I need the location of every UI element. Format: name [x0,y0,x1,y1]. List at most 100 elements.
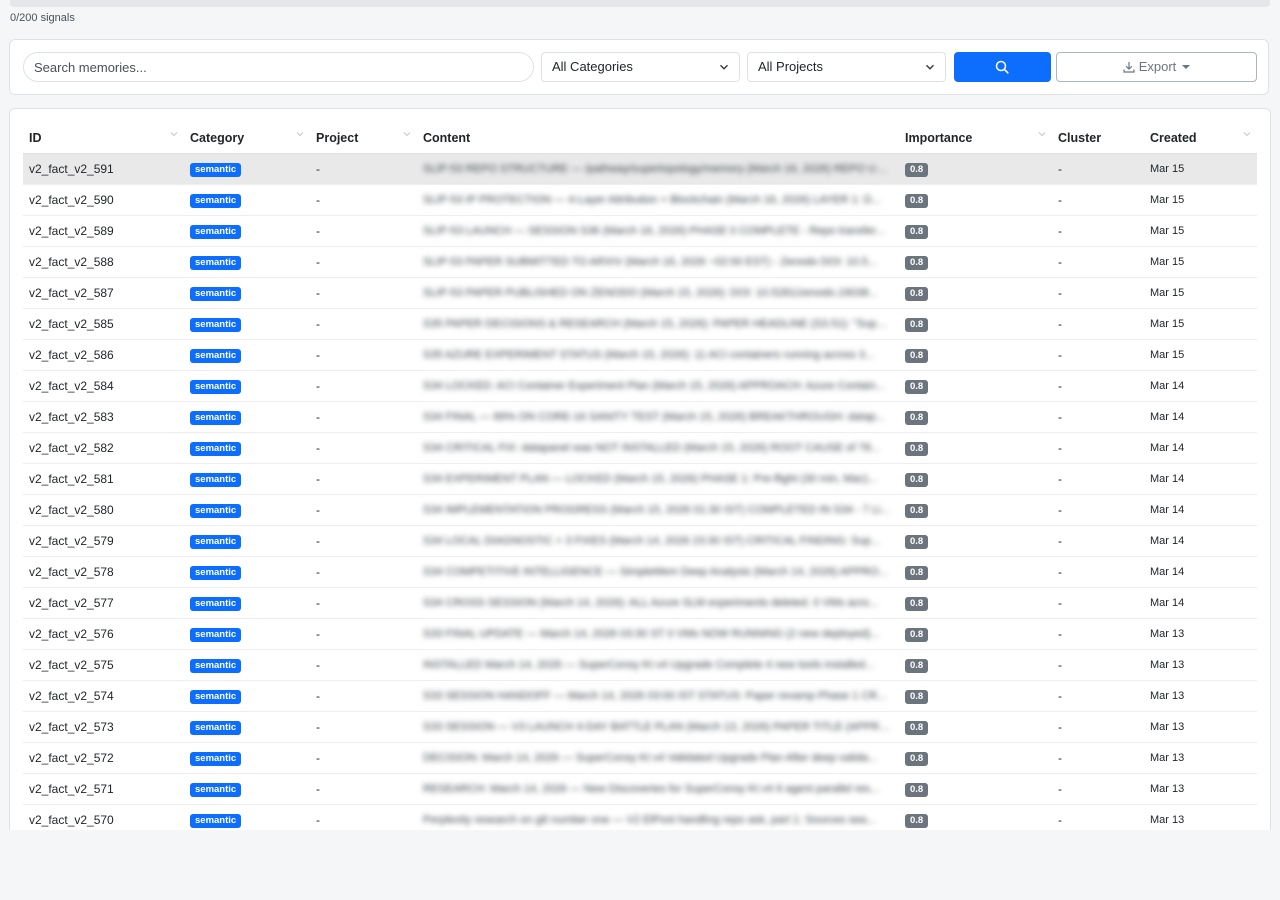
row-project-cell: - [310,401,417,433]
table-row[interactable]: v2_fact_v2_573 semantic - S33 SESSION — V3 … [23,711,1257,743]
importance-badge: 0.8 [905,411,929,425]
column-header-label: Project [316,131,359,145]
importance-badge: 0.8 [905,349,929,363]
category-badge: semantic [190,380,242,394]
table-row[interactable]: v2_fact_v2_578 semantic - S34 COMPETITIVE I… [23,556,1257,588]
row-importance-cell: 0.8 [899,463,1052,495]
sort-chevron-icon [403,132,411,137]
importance-badge: 0.8 [905,380,929,394]
column-header-cluster[interactable]: Cluster [1052,123,1144,154]
row-importance-cell: 0.8 [899,680,1052,712]
category-badge: semantic [190,287,242,301]
row-project-cell: - [310,587,417,619]
row-id-text: v2_fact_v2_591 [29,162,114,176]
table-row[interactable]: v2_fact_v2_588 semantic - SLIP-53 PAPER SUB… [23,246,1257,278]
row-importance-cell: 0.8 [899,525,1052,557]
row-project-text: - [316,782,320,796]
row-cluster-text: - [1058,224,1062,238]
row-id-text: v2_fact_v2_580 [29,503,114,517]
row-id-text: v2_fact_v2_584 [29,379,114,393]
column-header-id[interactable]: ID [23,123,184,154]
table-row[interactable]: v2_fact_v2_584 semantic - S34 LOCKED: ACI C… [23,370,1257,402]
row-project-text: - [316,379,320,393]
table-row[interactable]: v2_fact_v2_577 semantic - S34 CROSS SESSION… [23,587,1257,619]
importance-badge: 0.8 [905,256,929,270]
row-created-text: Mar 14 [1150,535,1185,547]
row-id-cell: v2_fact_v2_581 [23,463,184,495]
content-text: S34 EXPERIMENT PLAN — LOCKED (March 15, … [423,473,878,485]
table-row[interactable]: v2_fact_v2_574 semantic - S33 SESSION HANDO… [23,680,1257,712]
importance-badge: 0.8 [905,690,929,704]
row-project-text: - [316,348,320,362]
table-row[interactable]: v2_fact_v2_580 semantic - S34 IMPLEMENTATIO… [23,494,1257,526]
category-select[interactable]: All Categories [541,52,740,82]
row-content-cell: S34 IMPLEMENTATION PROGRESS (March 15, 2… [417,494,899,526]
category-badge: semantic [190,318,242,332]
project-select[interactable]: All Projects [747,52,946,82]
column-header-label: Cluster [1058,131,1102,145]
table-row[interactable]: v2_fact_v2_575 semantic - INSTALLED March 1… [23,649,1257,681]
row-importance-cell: 0.8 [899,401,1052,433]
column-header-content[interactable]: Content [417,123,899,154]
category-badge: semantic [190,721,242,735]
category-select-value: All Categories [552,59,633,74]
row-cluster-cell: - [1052,184,1144,216]
row-cluster-cell: - [1052,587,1144,619]
category-badge: semantic [190,473,242,487]
importance-badge: 0.8 [905,442,929,456]
column-header-importance[interactable]: Importance [899,123,1052,154]
row-project-cell: - [310,463,417,495]
row-category-cell: semantic [184,525,310,557]
row-cluster-cell: - [1052,742,1144,774]
row-created-text: Mar 15 [1150,287,1185,299]
table-row[interactable]: v2_fact_v2_591 semantic - SLIP-53 REPO STRU… [23,153,1257,185]
row-project-text: - [316,720,320,734]
column-header-category[interactable]: Category [184,123,310,154]
table-row[interactable]: v2_fact_v2_587 semantic - SLIP-53 PAPER PUB… [23,277,1257,309]
table-row[interactable]: v2_fact_v2_579 semantic - S34 LOCAL DIAGNOS… [23,525,1257,557]
table-row[interactable]: v2_fact_v2_585 semantic - S35 PAPER DECISIO… [23,308,1257,340]
table-row[interactable]: v2_fact_v2_576 semantic - S33 FINAL UPDATE … [23,618,1257,650]
row-project-text: - [316,627,320,641]
export-button[interactable]: Export [1056,52,1257,82]
table-row[interactable]: v2_fact_v2_571 semantic - RESEARCH: March 1… [23,773,1257,805]
column-header-created[interactable]: Created [1144,123,1257,154]
row-cluster-cell: - [1052,432,1144,464]
table-row[interactable]: v2_fact_v2_590 semantic - SLIP-53 IP PROTEC… [23,184,1257,216]
content-text: SLIP-53 REPO STRUCTURE — /pathway/supert… [423,163,893,175]
row-project-cell: - [310,494,417,526]
row-importance-cell: 0.8 [899,246,1052,278]
table-row[interactable]: v2_fact_v2_572 semantic - DECISION: March 1… [23,742,1257,774]
row-id-text: v2_fact_v2_578 [29,565,114,579]
row-created-text: Mar 14 [1150,473,1185,485]
category-badge: semantic [190,783,242,797]
row-project-cell: - [310,246,417,278]
table-row[interactable]: v2_fact_v2_581 semantic - S34 EXPERIMENT PL… [23,463,1257,495]
row-category-cell: semantic [184,308,310,340]
row-project-cell: - [310,804,417,830]
column-header-label: Category [190,131,245,145]
row-cluster-cell: - [1052,277,1144,309]
row-id-cell: v2_fact_v2_590 [23,184,184,216]
search-button[interactable] [954,52,1051,82]
table-row[interactable]: v2_fact_v2_583 semantic - S34 FINAL — 89% O… [23,401,1257,433]
row-category-cell: semantic [184,804,310,830]
row-content-cell: INSTALLED March 14, 2026 — SuperConsy Kt… [417,649,899,681]
table-row[interactable]: v2_fact_v2_570 semantic - Perplexity resear… [23,804,1257,830]
table-row[interactable]: v2_fact_v2_589 semantic - SLIP-53 LAUNCH — … [23,215,1257,247]
row-created-text: Mar 14 [1150,411,1185,423]
importance-badge: 0.8 [905,628,929,642]
importance-badge: 0.8 [905,721,929,735]
importance-badge: 0.8 [905,535,929,549]
row-project-cell: - [310,184,417,216]
importance-badge: 0.8 [905,814,929,828]
search-input[interactable] [23,52,534,82]
table-body: v2_fact_v2_591 semantic - SLIP-53 REPO STRU… [23,153,1257,830]
row-project-cell: - [310,556,417,588]
row-project-cell: - [310,370,417,402]
table-row[interactable]: v2_fact_v2_586 semantic - S35 AZURE EXPERIM… [23,339,1257,371]
row-created-text: Mar 15 [1150,194,1185,206]
table-row[interactable]: v2_fact_v2_582 semantic - S34 CRITICAL FIX:… [23,432,1257,464]
column-header-project[interactable]: Project [310,123,417,154]
row-created-text: Mar 15 [1150,349,1185,361]
